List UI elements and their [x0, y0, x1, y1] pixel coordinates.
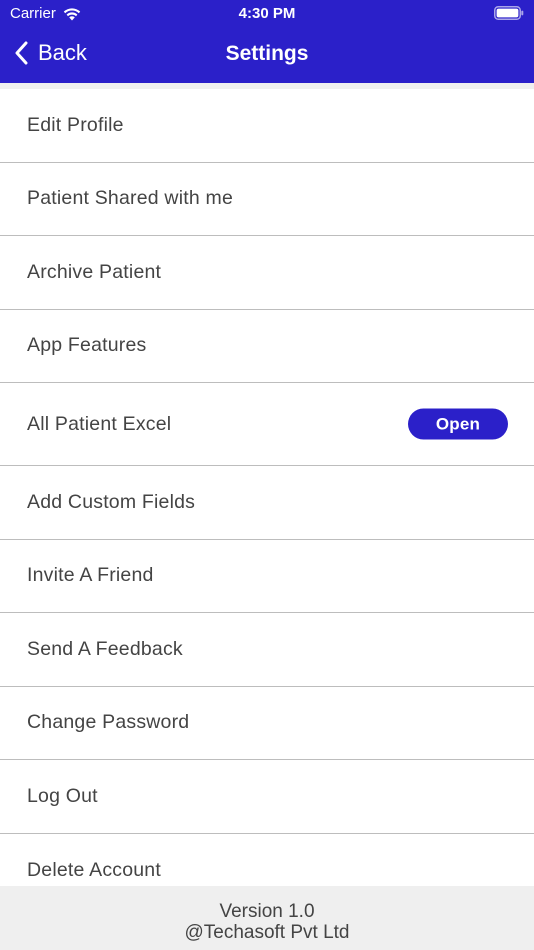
settings-item-label: Delete Account	[27, 858, 161, 881]
settings-item-edit-profile[interactable]: Edit Profile	[0, 89, 534, 163]
settings-item-label: Archive Patient	[27, 260, 162, 283]
settings-item-archive-patient[interactable]: Archive Patient	[0, 236, 534, 310]
settings-item-label: Invite A Friend	[27, 564, 154, 587]
settings-item-all-patient-excel: All Patient Excel Open	[0, 383, 534, 466]
settings-item-log-out[interactable]: Log Out	[0, 760, 534, 834]
status-time: 4:30 PM	[238, 5, 296, 22]
settings-item-label: Send A Feedback	[27, 637, 183, 660]
settings-item-label: Edit Profile	[27, 113, 124, 136]
settings-item-delete-account[interactable]: Delete Account	[0, 834, 534, 887]
navigation-bar: Back Settings	[0, 30, 534, 80]
settings-item-label: All Patient Excel	[27, 412, 172, 435]
version-text: Version 1.0	[219, 901, 315, 922]
copyright-text: @Techasoft Pvt Ltd	[184, 922, 350, 943]
status-bar: Carrier 4:30 PM	[0, 0, 534, 28]
settings-item-label: Add Custom Fields	[27, 490, 196, 513]
settings-item-add-custom-fields[interactable]: Add Custom Fields	[0, 466, 534, 540]
settings-item-invite-friend[interactable]: Invite A Friend	[0, 540, 534, 613]
settings-item-app-features[interactable]: App Features	[0, 310, 534, 383]
settings-item-label: Log Out	[27, 784, 98, 807]
open-excel-button[interactable]: Open	[408, 408, 508, 440]
app-footer: Version 1.0 @Techasoft Pvt Ltd	[0, 886, 534, 950]
settings-item-label: Patient Shared with me	[27, 187, 234, 210]
app-header: Carrier 4:30 PM Back Settings	[0, 0, 534, 83]
battery-icon	[494, 6, 524, 20]
page-title: Settings	[225, 42, 309, 65]
settings-list: Edit Profile Patient Shared with me Arch…	[0, 83, 534, 886]
settings-item-change-password[interactable]: Change Password	[0, 687, 534, 760]
settings-item-patient-shared[interactable]: Patient Shared with me	[0, 163, 534, 236]
settings-item-label: App Features	[27, 334, 147, 357]
settings-item-send-feedback[interactable]: Send A Feedback	[0, 613, 534, 687]
settings-item-label: Change Password	[27, 711, 190, 734]
